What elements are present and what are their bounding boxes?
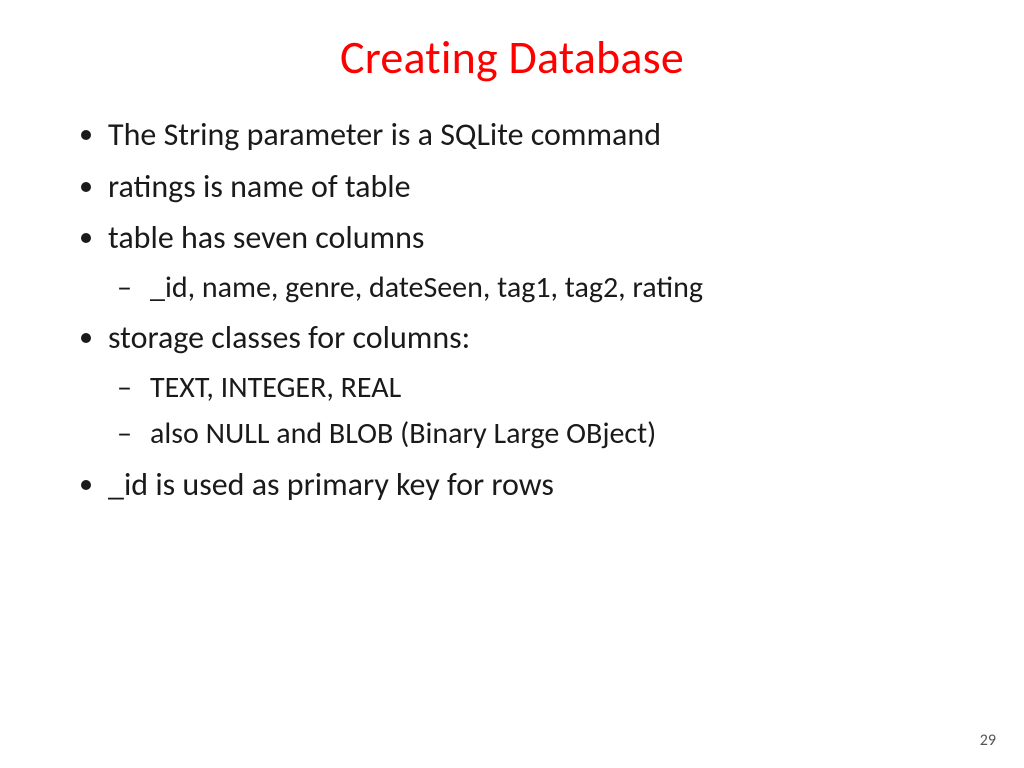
sub-bullet-item: _id, name, genre, dateSeen, tag1, tag2, … (150, 265, 954, 312)
sub-bullet-item: TEXT, INTEGER, REAL (150, 365, 954, 412)
slide: Creating Database The String parameter i… (0, 0, 1024, 768)
bullet-item: ratings is name of table (108, 162, 954, 212)
bullet-text: table has seven columns (108, 218, 424, 257)
bullet-item: _id is used as primary key for rows (108, 460, 954, 510)
sub-bullet-item: also NULL and BLOB (Binary Large OBject) (150, 411, 954, 458)
bullet-item: table has seven columns _id, name, genre… (108, 213, 954, 311)
bullet-text: storage classes for columns: (108, 318, 470, 357)
bullet-item: The String parameter is a SQLite command (108, 110, 954, 160)
page-number: 29 (980, 731, 996, 750)
sub-bullet-list: TEXT, INTEGER, REAL also NULL and BLOB (… (108, 365, 954, 458)
slide-title: Creating Database (70, 30, 954, 86)
sub-bullet-list: _id, name, genre, dateSeen, tag1, tag2, … (108, 265, 954, 312)
bullet-list: The String parameter is a SQLite command… (70, 110, 954, 509)
bullet-item: storage classes for columns: TEXT, INTEG… (108, 313, 954, 458)
